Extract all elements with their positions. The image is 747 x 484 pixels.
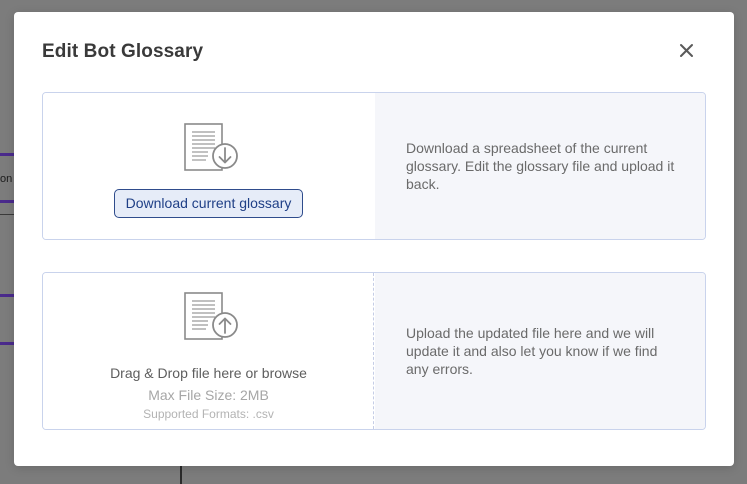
close-icon <box>680 44 693 57</box>
download-info-panel: Download a spreadsheet of the current gl… <box>375 93 705 239</box>
background-divider <box>0 214 14 215</box>
download-description: Download a spreadsheet of the current gl… <box>406 140 675 192</box>
download-glossary-button[interactable]: Download current glossary <box>114 189 303 218</box>
supported-formats-label: Supported Formats: .csv <box>143 407 274 421</box>
background-text: on <box>0 173 13 185</box>
upload-info-panel: Upload the updated file here and we will… <box>375 273 705 429</box>
upload-glossary-card: Drag & Drop file here or browse Max File… <box>42 272 706 430</box>
background-accent-line <box>0 342 14 345</box>
background-accent-line <box>0 153 14 156</box>
download-panel: Download current glossary <box>43 93 375 239</box>
background-divider <box>180 466 182 484</box>
document-download-icon <box>184 123 238 171</box>
download-glossary-card: Download current glossary Download a spr… <box>42 92 706 240</box>
edit-glossary-modal: Edit Bot Glossary Download current gloss… <box>14 12 734 466</box>
drop-zone-label[interactable]: Drag & Drop file here or browse <box>43 365 374 381</box>
document-upload-icon <box>184 292 238 340</box>
close-button[interactable] <box>674 39 698 63</box>
file-drop-zone[interactable]: Drag & Drop file here or browse Max File… <box>43 273 374 429</box>
background-accent-line <box>0 294 14 297</box>
background-accent-line <box>0 200 14 203</box>
upload-description: Upload the updated file here and we will… <box>406 325 658 377</box>
max-file-size-label: Max File Size: 2MB <box>148 387 269 403</box>
modal-title: Edit Bot Glossary <box>42 41 204 62</box>
